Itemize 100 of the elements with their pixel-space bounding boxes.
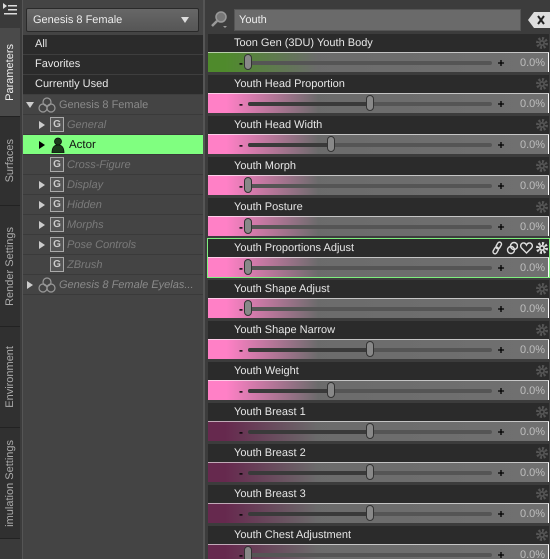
slider[interactable]: - + 0.0% bbox=[208, 380, 549, 400]
slider[interactable]: - + 0.0% bbox=[208, 134, 549, 154]
tree-label: Genesis 8 Female bbox=[59, 98, 148, 110]
parameter-row[interactable]: Youth Shape Narrow - + 0.0% bbox=[207, 320, 550, 360]
tree-item[interactable]: Actor bbox=[23, 135, 203, 155]
parameter-label: Youth Breast 2 bbox=[234, 447, 306, 459]
parameter-row[interactable]: Youth Breast 3 - + 0.0% bbox=[207, 484, 550, 524]
minus-sign[interactable]: - bbox=[236, 302, 246, 316]
slider[interactable]: - + 0.0% bbox=[208, 503, 549, 523]
slider-thumb[interactable] bbox=[244, 176, 252, 192]
parameter-row[interactable]: Youth Shape Adjust - + 0.0% bbox=[207, 279, 550, 319]
figure-icon bbox=[38, 276, 56, 292]
plus-sign[interactable]: + bbox=[496, 138, 506, 152]
slider[interactable]: - + 0.0% bbox=[208, 52, 549, 72]
filter-item[interactable]: Favorites bbox=[23, 55, 203, 75]
plus-sign[interactable]: + bbox=[496, 466, 506, 480]
slider-thumb[interactable] bbox=[244, 218, 252, 234]
plus-sign[interactable]: + bbox=[496, 342, 506, 356]
slider-thumb[interactable] bbox=[326, 382, 335, 398]
value-readout: 0.0% bbox=[520, 138, 546, 150]
slider-thumb[interactable] bbox=[326, 136, 335, 152]
minus-sign[interactable]: - bbox=[236, 220, 246, 234]
value-readout: 0.0% bbox=[520, 548, 546, 559]
slider[interactable]: - + 0.0% bbox=[208, 93, 549, 113]
slider-thumb[interactable] bbox=[244, 300, 252, 316]
collapsed-arrow-icon[interactable] bbox=[37, 240, 47, 250]
parameter-row[interactable]: Youth Proportions Adjust - + 0.0% bbox=[207, 238, 550, 278]
parameter-label: Youth Proportions Adjust bbox=[234, 242, 354, 254]
collapsed-arrow-icon[interactable] bbox=[37, 200, 47, 210]
slider-thumb[interactable] bbox=[244, 546, 252, 559]
slider-thumb[interactable] bbox=[366, 504, 374, 520]
slider[interactable]: - + 0.0% bbox=[208, 216, 549, 236]
plus-sign[interactable]: + bbox=[496, 384, 506, 398]
side-tab[interactable]: imulation Settings bbox=[0, 428, 20, 539]
side-tab[interactable]: Parameters bbox=[0, 28, 20, 117]
parameter-row[interactable]: Youth Head Width - + 0.0% bbox=[207, 115, 550, 155]
collapsed-arrow-icon[interactable] bbox=[37, 140, 47, 150]
group-icon: G bbox=[50, 217, 64, 232]
plus-sign[interactable]: + bbox=[496, 424, 506, 438]
parameter-row[interactable]: Youth Posture - + 0.0% bbox=[207, 197, 550, 237]
slider[interactable]: - + 0.0% bbox=[208, 421, 549, 441]
collapsed-arrow-icon[interactable] bbox=[25, 280, 35, 290]
filter-item[interactable]: Currently Used bbox=[23, 75, 203, 95]
plus-sign[interactable]: + bbox=[496, 506, 506, 520]
plus-sign[interactable]: + bbox=[496, 96, 506, 110]
side-tab[interactable]: Environment bbox=[0, 327, 20, 428]
figure-dropdown[interactable]: Genesis 8 Female bbox=[26, 8, 199, 32]
collapsed-arrow-icon[interactable] bbox=[37, 180, 47, 190]
plus-sign[interactable]: + bbox=[496, 220, 506, 234]
rings-icon bbox=[506, 241, 518, 255]
plus-sign[interactable]: + bbox=[496, 548, 506, 559]
heart-icon bbox=[520, 242, 533, 254]
slider-thumb[interactable] bbox=[366, 340, 374, 356]
person-icon bbox=[50, 136, 66, 152]
expanded-arrow-icon[interactable] bbox=[25, 100, 35, 110]
parameter-row[interactable]: Youth Weight - + 0.0% bbox=[207, 361, 550, 401]
minus-sign[interactable]: - bbox=[236, 178, 246, 192]
side-tab[interactable]: Render Settings bbox=[0, 206, 20, 327]
minus-sign[interactable]: - bbox=[236, 260, 246, 274]
slider[interactable]: - + 0.0% bbox=[208, 257, 549, 277]
search-field[interactable]: Youth bbox=[234, 9, 521, 31]
slider-thumb[interactable] bbox=[244, 54, 252, 70]
parameter-row[interactable]: Youth Head Proportion - + 0.0% bbox=[207, 74, 550, 114]
value-readout: 0.0% bbox=[520, 302, 546, 314]
value-readout: 0.0% bbox=[520, 426, 546, 438]
side-tab[interactable]: Surfaces bbox=[0, 117, 20, 206]
group-icon: G bbox=[50, 117, 64, 132]
minus-sign[interactable]: - bbox=[236, 138, 246, 152]
minus-sign[interactable]: - bbox=[236, 56, 246, 70]
slider[interactable]: - + 0.0% bbox=[208, 175, 549, 195]
slider[interactable]: - + 0.0% bbox=[208, 462, 549, 482]
collapsed-arrow-icon[interactable] bbox=[37, 220, 47, 230]
parameter-label: Youth Head Width bbox=[234, 119, 322, 131]
slider-thumb[interactable] bbox=[366, 422, 374, 438]
filter-item[interactable]: All bbox=[23, 35, 203, 55]
plus-sign[interactable]: + bbox=[496, 302, 506, 316]
slider[interactable]: - + 0.0% bbox=[208, 339, 549, 359]
slider[interactable]: - + 0.0% bbox=[208, 544, 549, 559]
plus-sign[interactable]: + bbox=[496, 56, 506, 70]
parameter-row[interactable]: Youth Breast 1 - + 0.0% bbox=[207, 402, 550, 442]
minus-sign[interactable]: - bbox=[236, 96, 246, 110]
plus-sign[interactable]: + bbox=[496, 178, 506, 192]
clear-icon[interactable] bbox=[528, 12, 550, 28]
minus-sign[interactable]: - bbox=[236, 384, 246, 398]
parameter-row[interactable]: Toon Gen (3DU) Youth Body - + 0.0% bbox=[207, 33, 550, 73]
parameter-row[interactable]: Youth Morph - + 0.0% bbox=[207, 156, 550, 196]
slider-thumb[interactable] bbox=[366, 94, 374, 110]
slider[interactable]: - + 0.0% bbox=[208, 298, 549, 318]
parameter-label: Youth Morph bbox=[234, 160, 296, 172]
value-readout: 0.0% bbox=[520, 56, 546, 68]
collapsed-arrow-icon[interactable] bbox=[37, 120, 47, 130]
slider-thumb[interactable] bbox=[244, 258, 252, 274]
value-readout: 0.0% bbox=[520, 262, 546, 274]
parameter-row[interactable]: Youth Breast 2 - + 0.0% bbox=[207, 443, 550, 483]
plus-sign[interactable]: + bbox=[496, 260, 506, 274]
value-readout: 0.0% bbox=[520, 384, 546, 396]
group-icon: G bbox=[50, 197, 64, 212]
slider-thumb[interactable] bbox=[366, 464, 374, 480]
parameter-row[interactable]: Youth Chest Adjustment - + 0.0% bbox=[207, 525, 550, 559]
minus-sign[interactable]: - bbox=[236, 342, 246, 356]
